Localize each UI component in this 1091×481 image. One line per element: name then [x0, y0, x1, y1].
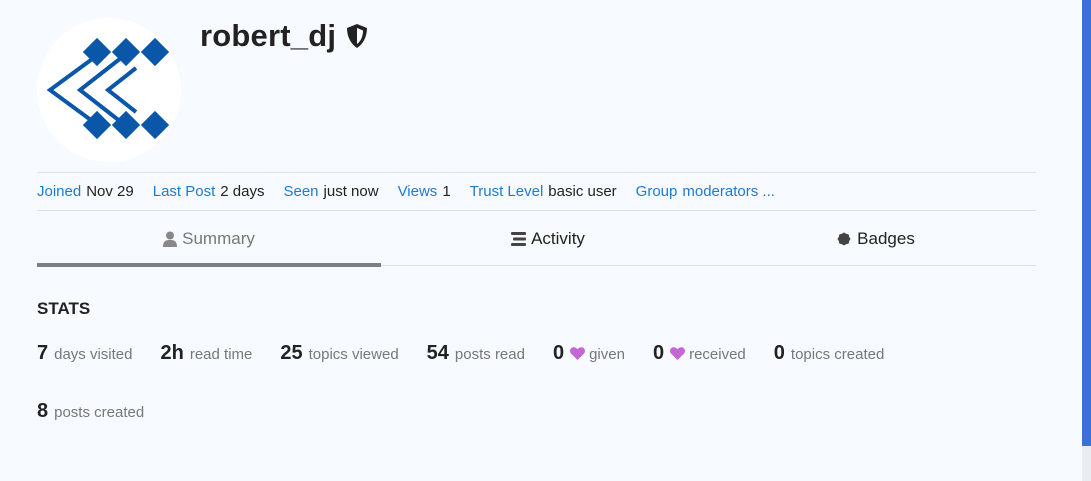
seen-value: just now — [323, 183, 379, 200]
stat-read-time: 2h read time — [161, 342, 253, 365]
stat-value: 7 — [37, 342, 49, 364]
views-label: Views — [397, 183, 438, 200]
stats-title: STATS — [37, 299, 91, 318]
stats-row: 7 days visited 2h read time 25 topics vi… — [37, 342, 912, 365]
last-post-value[interactable]: 2 days — [220, 183, 264, 200]
user-icon — [163, 231, 178, 247]
scrollbar-track[interactable] — [1082, 0, 1091, 481]
last-post-label: Last Post — [152, 183, 216, 200]
scrollbar-thumb[interactable] — [1082, 0, 1091, 446]
stat-value: 2h — [160, 342, 184, 364]
tab-badges[interactable]: Badges — [715, 212, 1036, 266]
stat-topics-viewed: 25 topics viewed — [280, 342, 398, 365]
tab-activity-label: Activity — [531, 229, 585, 248]
avatar[interactable] — [37, 18, 181, 162]
stats-row-2: 8 posts created — [37, 400, 172, 423]
meta-seen: Seen just now — [283, 183, 378, 200]
meta-trust-level: Trust Level basic user — [470, 183, 617, 200]
meta-last-post: Last Post 2 days — [153, 183, 265, 200]
username-row: robert_dj — [200, 18, 369, 54]
stat-likes-received[interactable]: 0 received — [653, 342, 746, 365]
group-label: Group — [635, 183, 678, 200]
profile-tabs: Summary Activity Badges — [37, 212, 1036, 267]
tab-summary[interactable]: Summary — [37, 212, 381, 267]
stat-value: 0 — [773, 342, 785, 364]
stat-label: days visited — [54, 346, 133, 363]
group-link[interactable]: moderators ... — [682, 183, 775, 200]
tab-badges-label: Badges — [857, 229, 915, 248]
meta-group: Group moderators ... — [636, 183, 775, 200]
meta-joined: Joined Nov 29 — [37, 183, 134, 200]
stat-label: topics created — [790, 346, 885, 363]
stat-label: posts read — [454, 346, 525, 363]
profile-meta-bar: Joined Nov 29 Last Post 2 days Seen just no… — [37, 172, 1036, 211]
stat-label: given — [589, 346, 625, 363]
stat-value: 0 — [652, 342, 665, 364]
joined-label: Joined — [37, 183, 82, 200]
trust-level-label: Trust Level — [469, 183, 544, 200]
meta-views: Views 1 — [398, 183, 451, 200]
stat-value: 25 — [280, 342, 303, 364]
stat-value: 54 — [426, 342, 449, 364]
stat-label: topics viewed — [308, 346, 399, 363]
stat-label: read time — [189, 346, 253, 363]
stat-label: posts created — [54, 404, 145, 421]
stat-days-visited: 7 days visited — [37, 342, 133, 365]
stat-posts-created: 8 posts created — [37, 400, 144, 423]
heart-icon — [570, 347, 586, 360]
heart-icon — [670, 347, 686, 360]
list-icon — [511, 232, 527, 246]
badge-icon — [836, 231, 852, 247]
stat-value: 0 — [552, 342, 565, 364]
joined-value: Nov 29 — [86, 183, 134, 200]
tab-activity[interactable]: Activity — [381, 212, 715, 266]
chevron-logo-avatar-icon — [46, 37, 170, 140]
stat-likes-given[interactable]: 0 given — [553, 342, 625, 365]
stat-topics-created: 0 topics created — [774, 342, 885, 365]
username: robert_dj — [200, 18, 337, 53]
shield-icon — [345, 23, 369, 49]
tab-summary-label: Summary — [182, 229, 255, 248]
views-value: 1 — [442, 183, 451, 200]
stat-value: 8 — [37, 400, 49, 422]
stat-posts-read: 54 posts read — [427, 342, 525, 365]
stat-label: received — [689, 346, 746, 363]
trust-level-value: basic user — [548, 183, 617, 200]
seen-label: Seen — [283, 183, 319, 200]
